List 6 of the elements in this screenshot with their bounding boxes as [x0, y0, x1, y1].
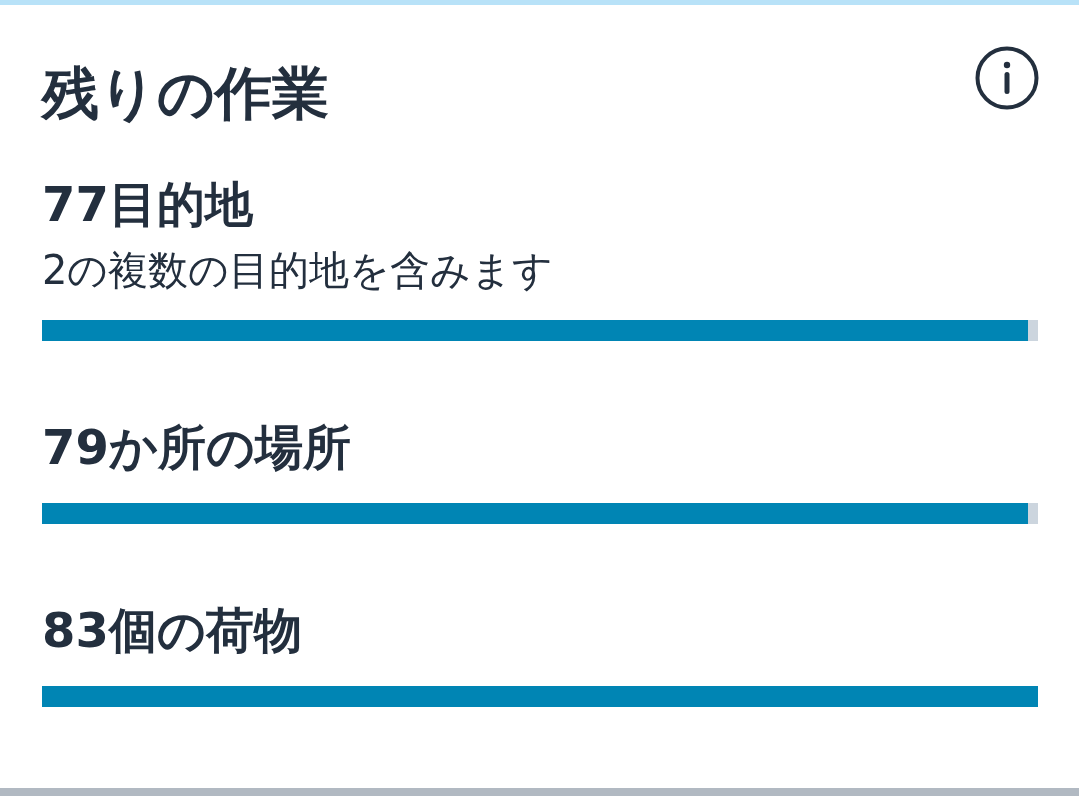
info-icon[interactable] [975, 46, 1039, 110]
metric-note: 2の複数の目的地を含みます [42, 246, 555, 294]
metric-label: 77目的地 [42, 176, 254, 232]
metric-label: 79か所の場所 [42, 419, 352, 475]
metric-label: 83個の荷物 [42, 602, 303, 658]
card-title: 残りの作業 [42, 60, 329, 126]
